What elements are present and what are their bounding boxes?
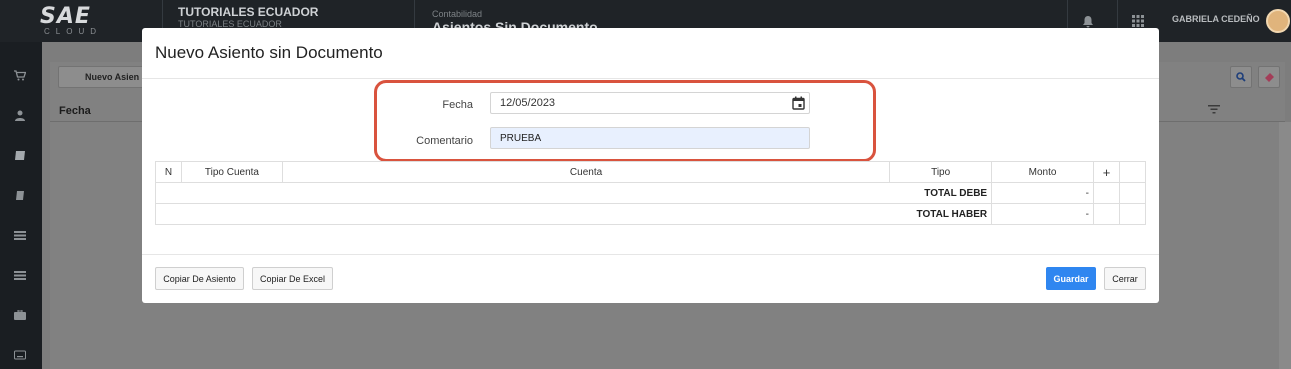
keyboard-icon[interactable] [12,350,28,364]
new-entry-modal: Nuevo Asiento sin Documento Fecha 12/05/… [142,28,1159,303]
total-debe-label: TOTAL DEBE [154,182,993,204]
extra-col-header [1118,161,1147,183]
sae-logo[interactable]: SAE CLOUD [40,4,110,38]
modal-title: Nuevo Asiento sin Documento [155,43,383,62]
col-cuenta-header: Cuenta [281,161,891,183]
new-entry-button[interactable]: Nuevo Asien [58,66,146,88]
eraser-icon[interactable] [1258,66,1280,88]
col-monto-header: Monto [991,161,1094,183]
total-debe-spacer [1093,182,1120,204]
report-icon[interactable] [12,270,28,284]
briefcase-icon[interactable] [12,309,28,324]
table-header-row: N Tipo Cuenta Cuenta Tipo Monto + [155,161,1147,183]
col-tipo-header: Tipo [889,161,993,183]
fecha-column-header[interactable]: Fecha [59,105,91,117]
close-button[interactable]: Cerrar [1104,267,1146,290]
header-divider [142,78,1159,79]
list-icon[interactable] [12,230,28,244]
col-tipo-cuenta-header: Tipo Cuenta [180,161,283,183]
total-haber-spacer-2 [1118,203,1147,225]
footer-divider [142,254,1159,255]
book-icon[interactable] [12,150,28,164]
logo-mark: SAE [40,4,91,29]
total-debe-row: TOTAL DEBE - [154,182,1147,204]
filter-icon[interactable] [1208,105,1220,117]
total-debe-spacer-2 [1118,182,1147,204]
total-haber-label: TOTAL HABER [154,203,993,225]
search-icon[interactable] [1230,66,1252,88]
total-haber-row: TOTAL HABER - [154,203,1147,225]
col-n-header: N [155,161,182,183]
company-name: TUTORIALES ECUADOR [178,5,319,19]
module-label: Contabilidad [432,9,483,19]
document-icon[interactable] [12,190,28,204]
total-debe-value: - [991,182,1094,204]
copy-from-entry-button[interactable]: Copiar De Asiento [155,267,244,290]
entry-lines-table: N Tipo Cuenta Cuenta Tipo Monto + TOTAL … [154,161,1147,225]
highlight-annotation [374,80,876,162]
user-icon[interactable] [12,110,28,124]
background-scrollbar[interactable] [1279,122,1291,369]
add-row-button[interactable]: + [1093,161,1120,183]
sidebar [0,42,42,369]
user-name[interactable]: GABRIELA CEDEÑO [1172,14,1260,24]
logo-subtext: CLOUD [44,27,103,36]
new-entry-label: Nuevo Asien [85,72,140,82]
user-avatar[interactable] [1266,9,1290,33]
total-haber-spacer [1093,203,1120,225]
save-button[interactable]: Guardar [1046,267,1096,290]
copy-from-excel-button[interactable]: Copiar De Excel [252,267,333,290]
cart-icon[interactable] [12,70,28,84]
total-haber-value: - [991,203,1094,225]
